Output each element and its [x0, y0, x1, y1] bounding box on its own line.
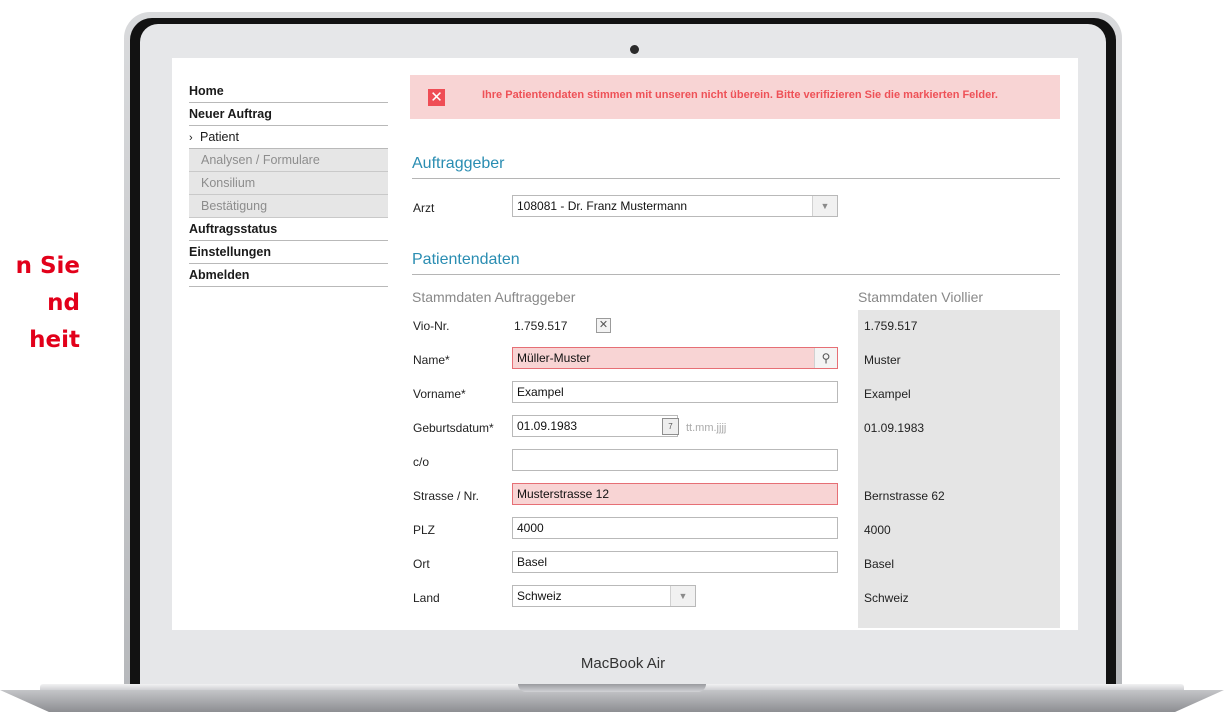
nav-patient[interactable]: › Patient — [189, 126, 388, 149]
plz-input[interactable]: 4000 — [512, 517, 838, 539]
nav-neuer-auftrag[interactable]: Neuer Auftrag — [189, 103, 388, 126]
viollier-column: 1.759.517 Muster Exampel 01.09.1983 Bern… — [858, 310, 1060, 628]
viollier-strasse: Bernstrasse 62 — [864, 489, 945, 503]
error-banner: ✕ Ihre Patientendaten stimmen mit unsere… — [410, 75, 1060, 119]
viollier-vorname: Exampel — [864, 387, 911, 401]
viollier-vio: 1.759.517 — [864, 319, 918, 333]
chevron-down-icon[interactable]: ▼ — [812, 196, 837, 216]
sidebar-nav: Home Neuer Auftrag › Patient Analysen / F… — [189, 80, 388, 287]
nav-konsilium[interactable]: Konsilium — [189, 172, 388, 195]
nav-analysen[interactable]: Analysen / Formulare — [189, 149, 388, 172]
land-select[interactable]: Schweiz ▼ — [512, 585, 696, 607]
name-label: Name* — [413, 353, 450, 367]
chevron-down-icon[interactable]: ▼ — [670, 586, 695, 606]
land-label: Land — [413, 591, 440, 605]
viollier-plz: 4000 — [864, 523, 891, 537]
nav-abmelden[interactable]: Abmelden — [189, 264, 388, 287]
nav-auftragsstatus[interactable]: Auftragsstatus — [189, 218, 388, 241]
promo-line-3: heit — [29, 327, 80, 353]
viollier-ort: Basel — [864, 557, 895, 571]
viollier-name: Muster — [864, 353, 901, 367]
name-input[interactable]: Müller-Muster ⚲ — [512, 347, 838, 369]
vorname-input[interactable]: Exampel — [512, 381, 838, 403]
error-message: Ihre Patientendaten stimmen mit unseren … — [482, 89, 998, 101]
vio-label: Vio-Nr. — [413, 319, 450, 333]
strasse-label: Strasse / Nr. — [413, 489, 480, 503]
date-format-hint: tt.mm.jjjj — [686, 422, 727, 434]
clear-icon[interactable]: ✕ — [596, 318, 611, 333]
nav-einstellungen[interactable]: Einstellungen — [189, 241, 388, 264]
viollier-geburtsdatum: 01.09.1983 — [864, 421, 925, 435]
co-input[interactable] — [512, 449, 838, 471]
search-icon[interactable]: ⚲ — [814, 348, 837, 368]
viollier-land: Schweiz — [864, 591, 909, 605]
arzt-label: Arzt — [413, 201, 435, 215]
nav-bestaetigung[interactable]: Bestätigung — [189, 195, 388, 218]
app-screen: Home Neuer Auftrag › Patient Analysen / F… — [172, 58, 1078, 630]
section-patientendaten: Patientendaten — [412, 251, 1060, 275]
vorname-label: Vorname* — [413, 387, 466, 401]
strasse-input[interactable]: Musterstrasse 12 — [512, 483, 838, 505]
geburtsdatum-label: Geburtsdatum* — [413, 421, 494, 435]
nav-home[interactable]: Home — [189, 80, 388, 103]
stammdaten-auftraggeber-title: Stammdaten Auftraggeber — [412, 289, 576, 305]
geburtsdatum-input[interactable]: 01.09.1983 — [512, 415, 678, 437]
arzt-select[interactable]: 108081 - Dr. Franz Mustermann ▼ — [512, 195, 838, 217]
section-auftraggeber: Auftraggeber — [412, 155, 1060, 179]
co-label: c/o — [413, 455, 430, 469]
laptop-base — [0, 684, 1224, 712]
device-brand: MacBook Air — [580, 655, 666, 672]
calendar-icon[interactable]: 7 — [662, 418, 679, 435]
promo-text: n Sie nd heit — [0, 248, 80, 359]
close-icon[interactable]: ✕ — [428, 89, 445, 106]
stammdaten-viollier-title: Stammdaten Viollier — [858, 289, 984, 305]
vio-value: 1.759.517 — [514, 319, 568, 333]
trackpad-notch — [518, 684, 706, 692]
promo-line-1: n Sie — [15, 253, 80, 279]
plz-label: PLZ — [413, 523, 436, 537]
ort-label: Ort — [413, 557, 430, 571]
ort-input[interactable]: Basel — [512, 551, 838, 573]
chevron-right-icon: › — [189, 132, 193, 144]
camera-icon — [630, 45, 639, 54]
promo-line-2: nd — [47, 290, 80, 316]
